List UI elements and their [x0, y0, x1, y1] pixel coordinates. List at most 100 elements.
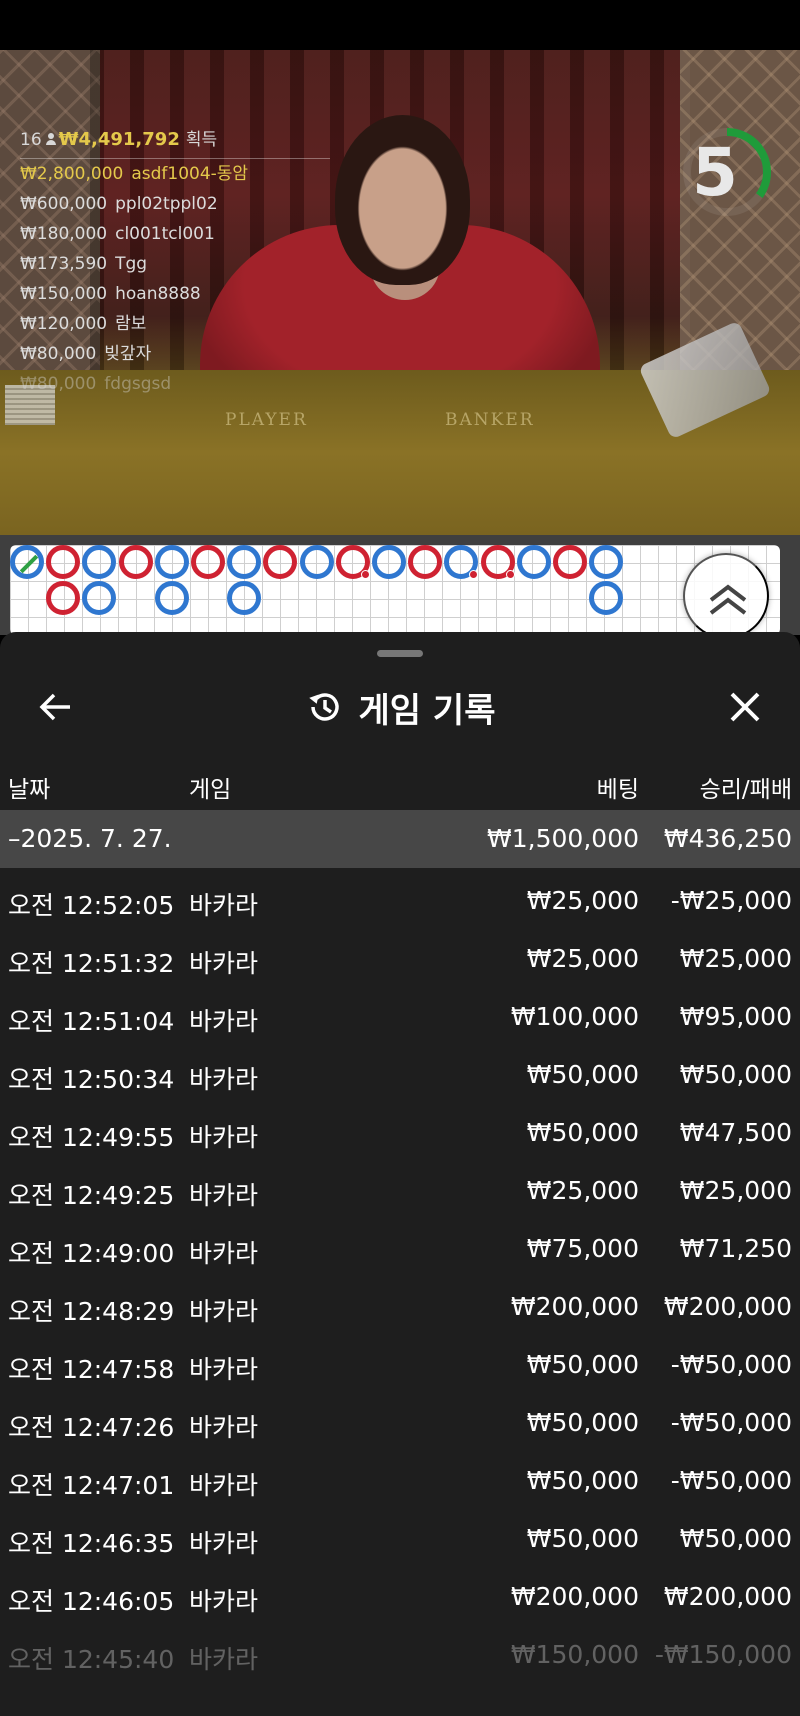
- bead-player: [82, 581, 117, 615]
- history-game: 바카라: [189, 1471, 259, 1500]
- winner-name: cl001tcl001: [115, 224, 215, 244]
- winner-amount: ₩180,000: [20, 224, 108, 244]
- bead-player: [516, 545, 551, 579]
- history-row[interactable]: 오전 12:47:26 바카라 ₩50,000 -₩50,000: [0, 1390, 800, 1448]
- history-row[interactable]: 오전 12:50:34 바카라 ₩50,000 ₩50,000: [0, 1042, 800, 1100]
- history-row[interactable]: 오전 12:45:40 바카라 ₩150,000 -₩150,000: [0, 1622, 800, 1680]
- history-row[interactable]: 오전 12:51:04 바카라 ₩100,000 ₩95,000: [0, 984, 800, 1042]
- history-time: 오전 12:49:25: [8, 1181, 175, 1210]
- history-row[interactable]: 오전 12:49:25 바카라 ₩25,000 ₩25,000: [0, 1158, 800, 1216]
- close-button[interactable]: [720, 682, 770, 732]
- timer-number: 5: [692, 134, 738, 211]
- history-time: 오전 12:49:55: [8, 1123, 175, 1152]
- bead-banker: [263, 545, 298, 579]
- history-row[interactable]: 오전 12:49:55 바카라 ₩50,000 ₩47,500: [0, 1100, 800, 1158]
- winner-row: ₩80,000 fdgsgsd: [20, 369, 330, 399]
- person-icon: [45, 133, 56, 145]
- history-row[interactable]: 오전 12:48:29 바카라 ₩200,000 ₩200,000: [0, 1274, 800, 1332]
- history-bet: ₩75,000: [526, 1234, 639, 1263]
- winner-amount: ₩173,590: [20, 254, 108, 274]
- history-bet: ₩50,000: [526, 1524, 639, 1553]
- column-winloss[interactable]: 승리/패배: [700, 770, 792, 804]
- winner-amount: ₩150,000: [20, 284, 108, 304]
- winner-amount: ₩600,000: [20, 194, 108, 214]
- history-row[interactable]: 오전 12:51:32 바카라 ₩25,000 ₩25,000: [0, 926, 800, 984]
- history-winloss: ₩71,250: [679, 1234, 792, 1263]
- history-time: 오전 12:51:32: [8, 949, 175, 978]
- history-time: 오전 12:47:26: [8, 1413, 175, 1442]
- bead-banker: [335, 545, 370, 579]
- history-row[interactable]: 오전 12:47:01 바카라 ₩50,000 -₩50,000: [0, 1448, 800, 1506]
- bead-player: [10, 545, 44, 579]
- winner-row: ₩80,000 빚갚자: [20, 339, 330, 369]
- date-group-row[interactable]: –2025. 7. 27. ₩1,500,000 ₩436,250: [0, 810, 800, 868]
- history-bet: ₩200,000: [510, 1582, 639, 1611]
- history-winloss: -₩25,000: [670, 886, 792, 915]
- history-bet: ₩50,000: [526, 1408, 639, 1437]
- history-row[interactable]: 오전 12:49:00 바카라 ₩75,000 ₩71,250: [0, 1216, 800, 1274]
- bead-banker: [191, 545, 225, 579]
- history-game: 바카라: [189, 891, 259, 920]
- history-row[interactable]: 오전 12:52:05 바카라 ₩25,000 -₩25,000: [0, 868, 800, 926]
- road-grid: [10, 545, 780, 635]
- history-game: 바카라: [189, 1413, 259, 1442]
- table-label-player: PLAYER: [225, 410, 308, 430]
- history-game: 바카라: [189, 1529, 259, 1558]
- bead-banker: [46, 581, 81, 615]
- scroll-top-button[interactable]: [683, 553, 769, 639]
- history-icon: [308, 693, 339, 721]
- history-bet: ₩200,000: [510, 1292, 639, 1321]
- history-time: 오전 12:52:05: [8, 891, 175, 920]
- history-row[interactable]: 오전 12:47:58 바카라 ₩50,000 -₩50,000: [0, 1332, 800, 1390]
- history-bet: ₩25,000: [526, 944, 639, 973]
- bead-road: [0, 535, 800, 635]
- status-bar: [0, 0, 800, 50]
- column-game[interactable]: 게임: [189, 770, 231, 804]
- double-chevron-up-icon: [709, 584, 747, 615]
- bead-banker: [408, 545, 443, 579]
- winner-name: hoan8888: [115, 284, 201, 304]
- history-bet: ₩50,000: [526, 1060, 639, 1089]
- bead-player: [154, 581, 189, 615]
- winner-row: ₩120,000 람보: [20, 309, 330, 339]
- history-bet: ₩25,000: [526, 886, 639, 915]
- winner-row: ₩150,000 hoan8888: [20, 279, 330, 309]
- history-winloss: -₩150,000: [654, 1640, 792, 1669]
- column-bet[interactable]: 베팅: [597, 770, 639, 804]
- winners-total-suffix: 획득: [185, 130, 218, 150]
- bead-banker: [480, 545, 515, 579]
- winner-amount: ₩80,000: [20, 344, 97, 364]
- bead-banker: [118, 545, 153, 579]
- winner-row: ₩180,000 cl001tcl001: [20, 219, 330, 249]
- winner-amount: ₩120,000: [20, 314, 108, 334]
- bead-tie-mark: [19, 554, 39, 574]
- live-video: PLAYER BANKER 16 ₩4,491,792 획득 ₩2,800,00…: [0, 50, 800, 535]
- winner-name: Tgg: [115, 254, 148, 274]
- history-row[interactable]: 오전 12:46:05 바카라 ₩200,000 ₩200,000: [0, 1564, 800, 1622]
- history-winloss: ₩200,000: [663, 1292, 792, 1321]
- bead-pair-dot: [469, 570, 479, 579]
- winners-total: ₩4,491,792: [58, 129, 180, 150]
- history-row[interactable]: 오전 12:46:35 바카라 ₩50,000 ₩50,000: [0, 1506, 800, 1564]
- winners-list: ₩2,800,000 asdf1004-동암 ₩600,000 ppl02tppl02…: [20, 159, 330, 399]
- winners-header: 16 ₩4,491,792 획득: [20, 125, 330, 159]
- column-date[interactable]: 날짜: [8, 770, 50, 804]
- sheet-grabber[interactable]: [377, 650, 423, 657]
- history-game: 바카라: [189, 1239, 259, 1268]
- history-time: 오전 12:50:34: [8, 1065, 175, 1094]
- history-time: 오전 12:46:35: [8, 1529, 175, 1558]
- history-time: 오전 12:49:00: [8, 1239, 175, 1268]
- sheet-header: 게임 기록: [0, 672, 800, 742]
- back-button[interactable]: [30, 682, 80, 732]
- history-game: 바카라: [189, 1065, 259, 1094]
- history-time: 오전 12:51:04: [8, 1007, 175, 1036]
- history-game: 바카라: [189, 1181, 259, 1210]
- winner-name: 람보: [115, 314, 147, 334]
- winners-panel: 16 ₩4,491,792 획득 ₩2,800,000 asdf1004-동암 ₩6…: [20, 125, 330, 399]
- bead-player: [444, 545, 479, 579]
- bead-player: [589, 545, 624, 579]
- game-history-sheet: 게임 기록 날짜 게임 베팅 승리/패배 –2025. 7. 27. ₩1,50…: [0, 632, 800, 1716]
- sheet-title: 게임 기록: [358, 690, 496, 731]
- winner-name: asdf1004-동암: [131, 164, 249, 184]
- history-winloss: -₩50,000: [670, 1408, 792, 1437]
